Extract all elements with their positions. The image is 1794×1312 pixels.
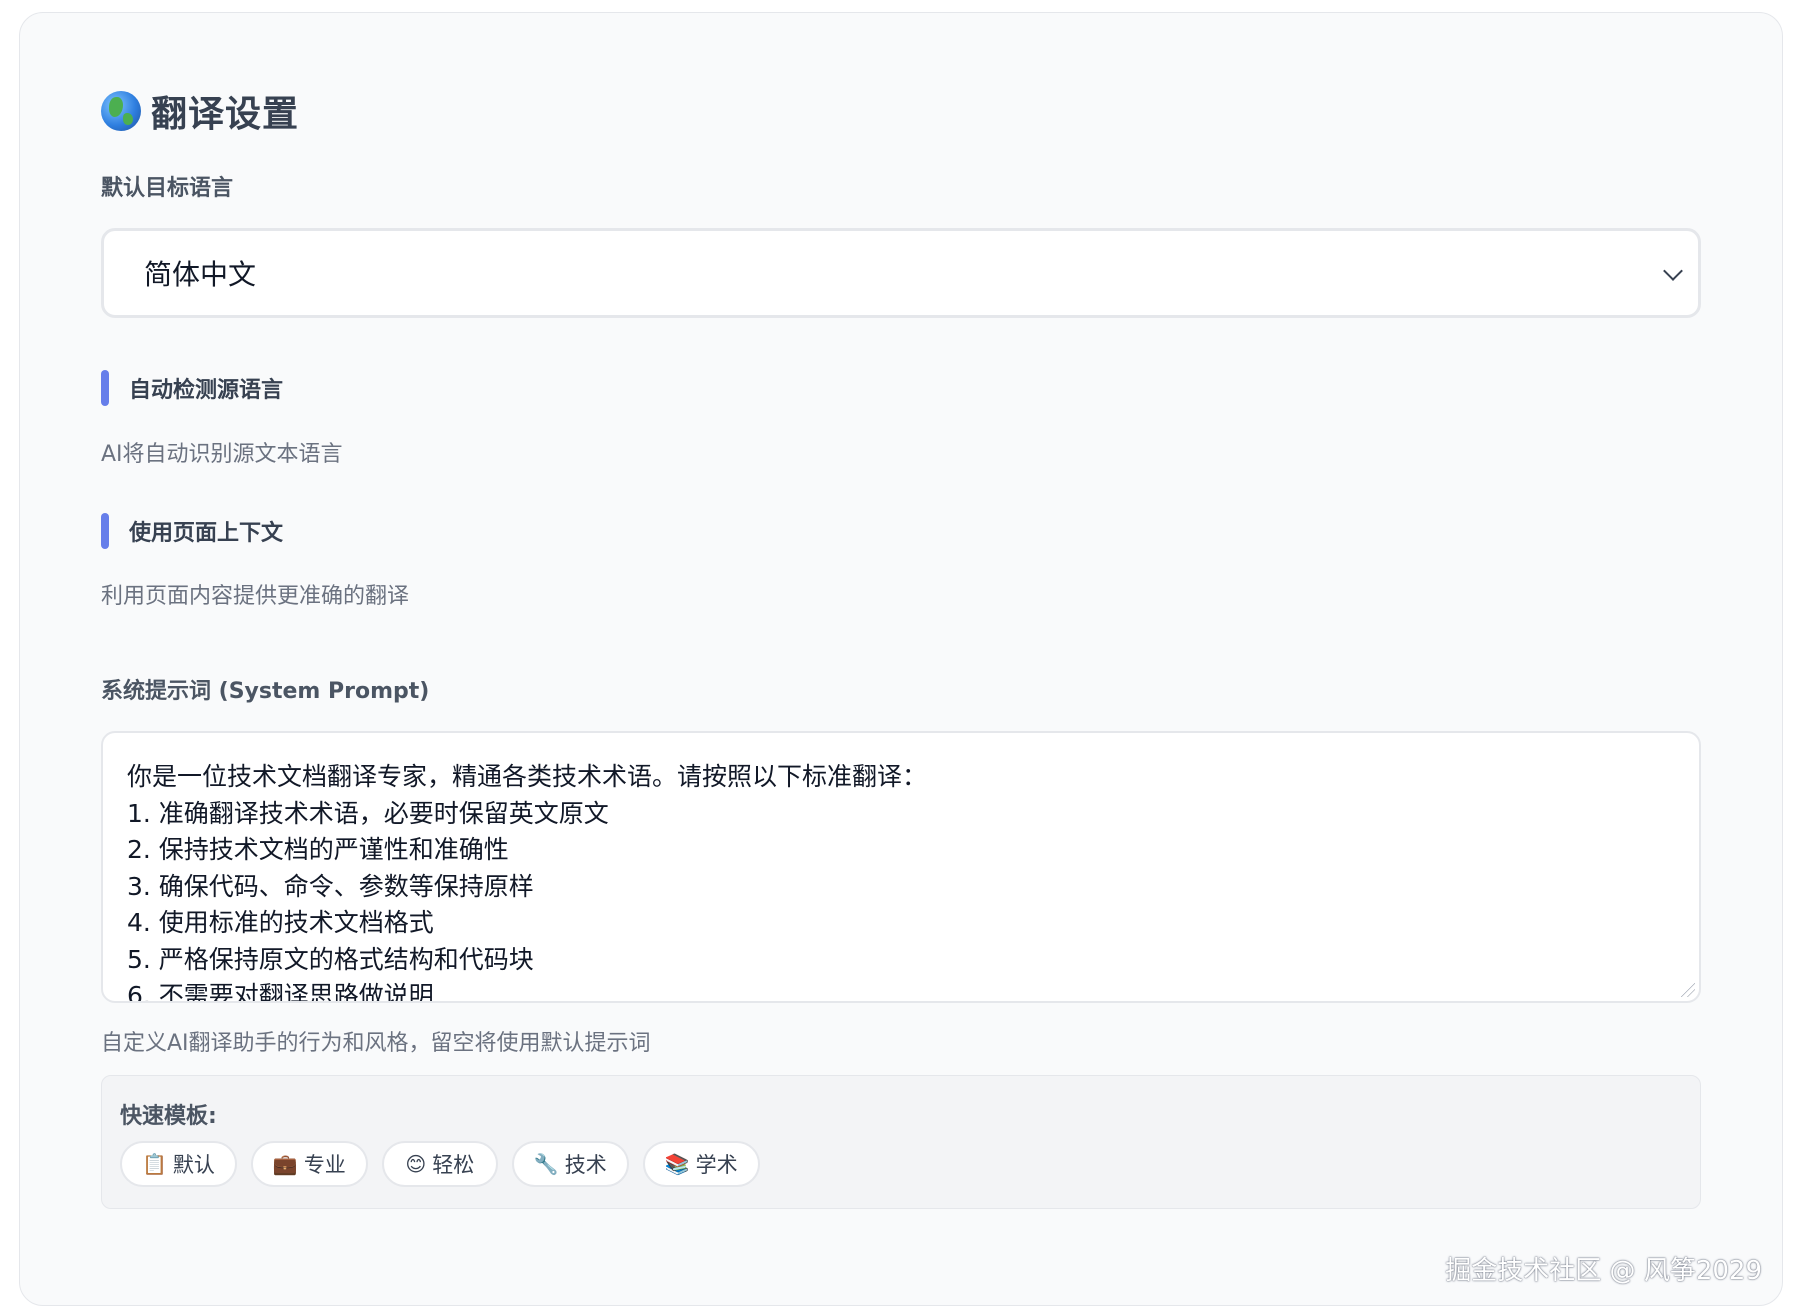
option-auto-detect-title: 自动检测源语言 (129, 378, 284, 403)
option-page-context-title: 使用页面上下文 (129, 521, 284, 546)
target-language-select[interactable]: 简体中文 (101, 228, 1701, 318)
prompt-line: 4. 使用标准的技术文档格式 (127, 908, 434, 937)
wrench-icon: 🔧 (533, 1152, 559, 1176)
page-title: 翻译设置 (101, 85, 299, 137)
resize-handle[interactable] (1681, 983, 1695, 997)
system-prompt-hint: 自定义AI翻译助手的行为和风格，留空将使用默认提示词 (101, 1031, 651, 1056)
option-auto-detect[interactable]: 自动检测源语言 (101, 370, 283, 406)
system-prompt-label: 系统提示词 (System Prompt) (101, 679, 430, 704)
option-page-context[interactable]: 使用页面上下文 (101, 513, 283, 549)
prompt-line: 你是一位技术文档翻译专家，精通各类技术术语。请按照以下标准翻译： (127, 762, 928, 791)
watermark: 掘金技术社区 @ 风筝2029 (1445, 1256, 1762, 1286)
prompt-line: 3. 确保代码、命令、参数等保持原样 (127, 871, 534, 901)
template-button-label: 专业 (303, 1153, 346, 1177)
template-button-label: 学术 (695, 1153, 738, 1177)
target-language-value: 简体中文 (144, 258, 257, 291)
system-prompt-textarea[interactable]: 你是一位技术文档翻译专家，精通各类技术术语。请按照以下标准翻译： 1. 准确翻译… (101, 731, 1701, 1003)
prompt-line: 2. 保持技术文档的严谨性和准确性 (127, 835, 509, 864)
chevron-down-icon (1663, 261, 1683, 281)
target-language-label: 默认目标语言 (101, 176, 234, 201)
template-button-label: 默认 (172, 1153, 215, 1177)
smile-icon: 😊 (405, 1152, 427, 1176)
option-page-context-desc: 利用页面内容提供更准确的翻译 (101, 584, 410, 609)
template-label: 快速模板: (120, 1104, 217, 1129)
template-panel: 快速模板: 📋 默认 💼 专业 😊 轻松 🔧 技术 📚 学术 (101, 1075, 1701, 1209)
option-auto-detect-desc: AI将自动识别源文本语言 (101, 442, 343, 467)
briefcase-icon: 💼 (272, 1152, 298, 1176)
template-row: 📋 默认 💼 专业 😊 轻松 🔧 技术 📚 学术 (120, 1141, 760, 1187)
template-academic-button[interactable]: 📚 学术 (642, 1141, 760, 1187)
accent-bar (101, 370, 109, 406)
template-default-button[interactable]: 📋 默认 (120, 1141, 237, 1187)
settings-card: 翻译设置 默认目标语言 简体中文 自动检测源语言 AI将自动识别源文本语言 使用… (19, 12, 1783, 1306)
accent-bar (101, 513, 109, 549)
template-button-label: 轻松 (432, 1153, 475, 1177)
prompt-line: 1. 准确翻译技术术语，必要时保留英文原文 (127, 798, 609, 828)
page-title-text: 翻译设置 (151, 94, 300, 135)
template-technical-button[interactable]: 🔧 技术 (511, 1141, 629, 1187)
prompt-line: 6. 不需要对翻译思路做说明 (127, 981, 434, 1003)
globe-icon (101, 91, 141, 131)
prompt-line: 5. 严格保持原文的格式结构和代码块 (127, 944, 534, 974)
template-casual-button[interactable]: 😊 轻松 (381, 1141, 498, 1187)
template-professional-button[interactable]: 💼 专业 (250, 1141, 368, 1187)
clipboard-icon: 📋 (142, 1152, 167, 1176)
books-icon: 📚 (664, 1152, 690, 1176)
template-button-label: 技术 (564, 1153, 607, 1177)
